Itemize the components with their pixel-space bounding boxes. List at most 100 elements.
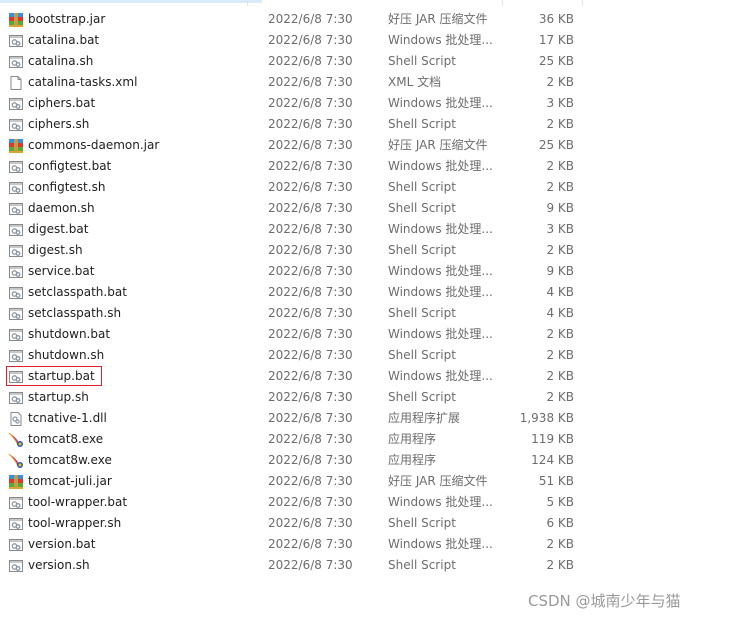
file-size: 2 KB bbox=[546, 390, 574, 404]
file-type: 应用程序 bbox=[388, 432, 437, 446]
file-row[interactable]: tool-wrapper.sh 2022/6/8 7:30 Shell Script… bbox=[0, 513, 600, 534]
file-row[interactable]: digest.sh 2022/6/8 7:30 Shell Script 2 KB bbox=[0, 240, 600, 261]
file-type: Windows 批处理... bbox=[388, 264, 493, 278]
file-date: 2022/6/8 7:30 bbox=[268, 474, 353, 488]
file-name[interactable]: tool-wrapper.bat bbox=[28, 492, 127, 513]
file-name[interactable]: configtest.sh bbox=[28, 177, 105, 198]
column-divider[interactable] bbox=[247, 0, 248, 6]
script-icon bbox=[8, 54, 24, 70]
file-date: 2022/6/8 7:30 bbox=[268, 138, 353, 152]
script-icon bbox=[8, 96, 24, 112]
file-date: 2022/6/8 7:30 bbox=[268, 75, 353, 89]
file-name[interactable]: ciphers.bat bbox=[28, 93, 95, 114]
file-type: 应用程序 bbox=[388, 453, 437, 467]
file-date: 2022/6/8 7:30 bbox=[268, 222, 353, 236]
file-row[interactable]: daemon.sh 2022/6/8 7:30 Shell Script 9 KB bbox=[0, 198, 600, 219]
file-name[interactable]: shutdown.sh bbox=[28, 345, 104, 366]
file-row[interactable]: startup.bat 2022/6/8 7:30 Windows 批处理... 2 … bbox=[0, 366, 600, 387]
file-row[interactable]: catalina.bat 2022/6/8 7:30 Windows 批处理... 1… bbox=[0, 30, 600, 51]
file-row[interactable]: bootstrap.jar 2022/6/8 7:30 好压 JAR 压缩文件 36 … bbox=[0, 9, 600, 30]
script-icon bbox=[8, 243, 24, 259]
file-name[interactable]: startup.bat bbox=[28, 366, 95, 387]
file-date: 2022/6/8 7:30 bbox=[268, 201, 353, 215]
file-row[interactable]: setclasspath.sh 2022/6/8 7:30 Shell Script… bbox=[0, 303, 600, 324]
file-name[interactable]: version.sh bbox=[28, 555, 90, 576]
file-name[interactable]: bootstrap.jar bbox=[28, 9, 105, 30]
file-name[interactable]: catalina.bat bbox=[28, 30, 99, 51]
file-size: 3 KB bbox=[546, 222, 574, 236]
file-name[interactable]: catalina-tasks.xml bbox=[28, 72, 137, 93]
file-name[interactable]: daemon.sh bbox=[28, 198, 95, 219]
file-row[interactable]: tomcat8w.exe 2022/6/8 7:30 应用程序 124 KB bbox=[0, 450, 600, 471]
file-row[interactable]: setclasspath.bat 2022/6/8 7:30 Windows 批处理… bbox=[0, 282, 600, 303]
file-type: Shell Script bbox=[388, 243, 456, 257]
script-icon bbox=[8, 159, 24, 175]
file-row[interactable]: digest.bat 2022/6/8 7:30 Windows 批处理... 3 K… bbox=[0, 219, 600, 240]
file-date: 2022/6/8 7:30 bbox=[268, 348, 353, 362]
file-row[interactable]: commons-daemon.jar 2022/6/8 7:30 好压 JAR 压缩… bbox=[0, 135, 600, 156]
file-row[interactable]: tool-wrapper.bat 2022/6/8 7:30 Windows 批处理… bbox=[0, 492, 600, 513]
selection-strip bbox=[0, 0, 262, 3]
file-type: Windows 批处理... bbox=[388, 285, 493, 299]
file-row[interactable]: configtest.sh 2022/6/8 7:30 Shell Script 2 … bbox=[0, 177, 600, 198]
script-icon bbox=[8, 201, 24, 217]
file-row[interactable]: shutdown.bat 2022/6/8 7:30 Windows 批处理... 2… bbox=[0, 324, 600, 345]
file-date: 2022/6/8 7:30 bbox=[268, 54, 353, 68]
file-row[interactable]: ciphers.sh 2022/6/8 7:30 Shell Script 2 KB bbox=[0, 114, 600, 135]
file-name[interactable]: startup.sh bbox=[28, 387, 89, 408]
file-row[interactable]: tomcat8.exe 2022/6/8 7:30 应用程序 119 KB bbox=[0, 429, 600, 450]
file-name[interactable]: setclasspath.bat bbox=[28, 282, 127, 303]
file-type: 好压 JAR 压缩文件 bbox=[388, 474, 488, 488]
file-name[interactable]: tool-wrapper.sh bbox=[28, 513, 121, 534]
file-date: 2022/6/8 7:30 bbox=[268, 33, 353, 47]
file-size: 2 KB bbox=[546, 348, 574, 362]
file-name[interactable]: configtest.bat bbox=[28, 156, 111, 177]
file-name[interactable]: tomcat8w.exe bbox=[28, 450, 112, 471]
file-row[interactable]: tcnative-1.dll 2022/6/8 7:30 应用程序扩展 1,938 K… bbox=[0, 408, 600, 429]
file-row[interactable]: catalina-tasks.xml 2022/6/8 7:30 XML 文档 2 K… bbox=[0, 72, 600, 93]
file-name[interactable]: catalina.sh bbox=[28, 51, 93, 72]
file-size: 3 KB bbox=[546, 96, 574, 110]
file-row[interactable]: shutdown.sh 2022/6/8 7:30 Shell Script 2 KB bbox=[0, 345, 600, 366]
file-row[interactable]: tomcat-juli.jar 2022/6/8 7:30 好压 JAR 压缩文件 5… bbox=[0, 471, 600, 492]
dll-icon bbox=[8, 411, 24, 427]
file-name[interactable]: setclasspath.sh bbox=[28, 303, 121, 324]
script-icon bbox=[8, 516, 24, 532]
file-name[interactable]: version.bat bbox=[28, 534, 95, 555]
file-type: Windows 批处理... bbox=[388, 33, 493, 47]
file-type: Shell Script bbox=[388, 558, 456, 572]
file-size: 6 KB bbox=[546, 516, 574, 530]
file-name[interactable]: digest.sh bbox=[28, 240, 83, 261]
file-row[interactable]: version.bat 2022/6/8 7:30 Windows 批处理... 2 … bbox=[0, 534, 600, 555]
file-name[interactable]: tomcat8.exe bbox=[28, 429, 103, 450]
file-size: 25 KB bbox=[538, 138, 574, 152]
file-name[interactable]: ciphers.sh bbox=[28, 114, 89, 135]
file-name[interactable]: tomcat-juli.jar bbox=[28, 471, 112, 492]
file-row[interactable]: ciphers.bat 2022/6/8 7:30 Windows 批处理... 3 … bbox=[0, 93, 600, 114]
tomcat-feather-icon bbox=[8, 453, 24, 469]
file-name[interactable]: commons-daemon.jar bbox=[28, 135, 159, 156]
archive-icon bbox=[8, 474, 24, 490]
file-name[interactable]: tcnative-1.dll bbox=[28, 408, 107, 429]
script-icon bbox=[8, 306, 24, 322]
file-date: 2022/6/8 7:30 bbox=[268, 369, 353, 383]
file-date: 2022/6/8 7:30 bbox=[268, 306, 353, 320]
file-row[interactable]: version.sh 2022/6/8 7:30 Shell Script 2 KB bbox=[0, 555, 600, 576]
script-icon bbox=[8, 180, 24, 196]
script-icon bbox=[8, 537, 24, 553]
file-name[interactable]: service.bat bbox=[28, 261, 94, 282]
file-size: 4 KB bbox=[546, 285, 574, 299]
file-row[interactable]: startup.sh 2022/6/8 7:30 Shell Script 2 KB bbox=[0, 387, 600, 408]
column-divider[interactable] bbox=[502, 0, 503, 6]
file-name[interactable]: shutdown.bat bbox=[28, 324, 110, 345]
file-date: 2022/6/8 7:30 bbox=[268, 243, 353, 257]
file-size: 17 KB bbox=[538, 33, 574, 47]
file-size: 2 KB bbox=[546, 75, 574, 89]
file-row[interactable]: service.bat 2022/6/8 7:30 Windows 批处理... 9 … bbox=[0, 261, 600, 282]
file-row[interactable]: configtest.bat 2022/6/8 7:30 Windows 批处理..… bbox=[0, 156, 600, 177]
file-name[interactable]: digest.bat bbox=[28, 219, 88, 240]
script-icon bbox=[8, 369, 24, 385]
file-row[interactable]: catalina.sh 2022/6/8 7:30 Shell Script 25 K… bbox=[0, 51, 600, 72]
file-size: 2 KB bbox=[546, 243, 574, 257]
column-divider[interactable] bbox=[582, 0, 583, 6]
